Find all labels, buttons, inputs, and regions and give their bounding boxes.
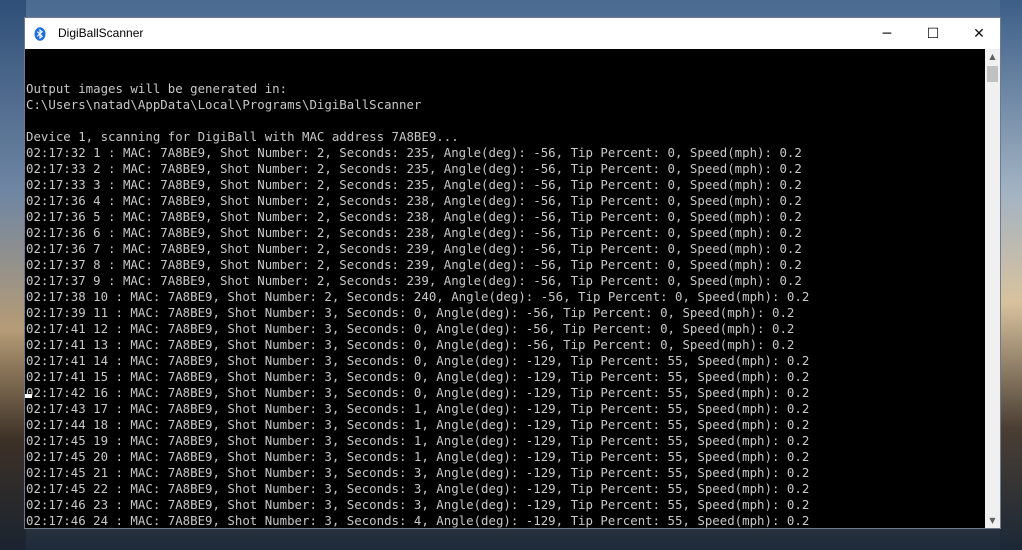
console-line: 02:17:41 14 : MAC: 7A8BE9, Shot Number: … [26,353,810,368]
bluetooth-icon [34,26,46,41]
console-window: DigiBallScanner ─ ☐ ✕ Output images will… [24,17,1001,529]
console-line: 02:17:33 2 : MAC: 7A8BE9, Shot Number: 2… [26,161,802,176]
console-line: 02:17:36 5 : MAC: 7A8BE9, Shot Number: 2… [26,209,802,224]
close-icon: ✕ [973,25,985,42]
console-line: 02:17:45 22 : MAC: 7A8BE9, Shot Number: … [26,481,810,496]
console-line: 02:17:37 8 : MAC: 7A8BE9, Shot Number: 2… [26,257,802,272]
console-line: 02:17:42 16 : MAC: 7A8BE9, Shot Number: … [26,385,810,400]
console-line: 02:17:43 17 : MAC: 7A8BE9, Shot Number: … [26,401,810,416]
scroll-down-arrow-icon[interactable]: ▼ [985,513,1000,528]
text-cursor [25,394,32,398]
console-line: Device 1, scanning for DigiBall with MAC… [26,129,459,144]
minimize-icon: ─ [882,25,892,42]
console-line: 02:17:45 20 : MAC: 7A8BE9, Shot Number: … [26,449,810,464]
vertical-scrollbar[interactable]: ▲ ▼ [985,49,1000,528]
console-line: 02:17:36 4 : MAC: 7A8BE9, Shot Number: 2… [26,193,802,208]
window-title: DigiBallScanner [58,26,144,40]
console-line: 02:17:41 13 : MAC: 7A8BE9, Shot Number: … [26,337,795,352]
desktop-wallpaper-left [0,0,26,550]
console-line: 02:17:38 10 : MAC: 7A8BE9, Shot Number: … [26,289,810,304]
console-line: 02:17:33 3 : MAC: 7A8BE9, Shot Number: 2… [26,177,802,192]
console-line: 02:17:37 9 : MAC: 7A8BE9, Shot Number: 2… [26,273,802,288]
scroll-up-arrow-icon[interactable]: ▲ [985,49,1000,64]
title-bar[interactable]: DigiBallScanner ─ ☐ ✕ [25,18,1000,49]
console-output[interactable]: Output images will be generated in: C:\Us… [25,49,985,528]
console-line: 02:17:36 7 : MAC: 7A8BE9, Shot Number: 2… [26,241,802,256]
console-line: 02:17:32 1 : MAC: 7A8BE9, Shot Number: 2… [26,145,802,160]
console-line: 02:17:45 21 : MAC: 7A8BE9, Shot Number: … [26,465,810,480]
minimize-button[interactable]: ─ [864,18,910,49]
maximize-button[interactable]: ☐ [910,18,956,49]
console-line: 02:17:41 12 : MAC: 7A8BE9, Shot Number: … [26,321,795,336]
console-line: 02:17:46 23 : MAC: 7A8BE9, Shot Number: … [26,497,810,512]
console-line: 02:17:41 15 : MAC: 7A8BE9, Shot Number: … [26,369,810,384]
maximize-icon: ☐ [926,25,940,42]
console-line: 02:17:44 18 : MAC: 7A8BE9, Shot Number: … [26,417,810,432]
console-line: Output images will be generated in: [26,81,288,96]
console-line: 02:17:39 11 : MAC: 7A8BE9, Shot Number: … [26,305,795,320]
close-button[interactable]: ✕ [956,18,1002,49]
scrollbar-thumb[interactable] [987,66,998,82]
console-line: C:\Users\natad\AppData\Local\Programs\Di… [26,97,422,112]
console-line: 02:17:45 19 : MAC: 7A8BE9, Shot Number: … [26,433,810,448]
console-line: 02:17:36 6 : MAC: 7A8BE9, Shot Number: 2… [26,225,802,240]
desktop-wallpaper-right [1000,0,1022,550]
console-line: 02:17:46 24 : MAC: 7A8BE9, Shot Number: … [26,513,810,528]
